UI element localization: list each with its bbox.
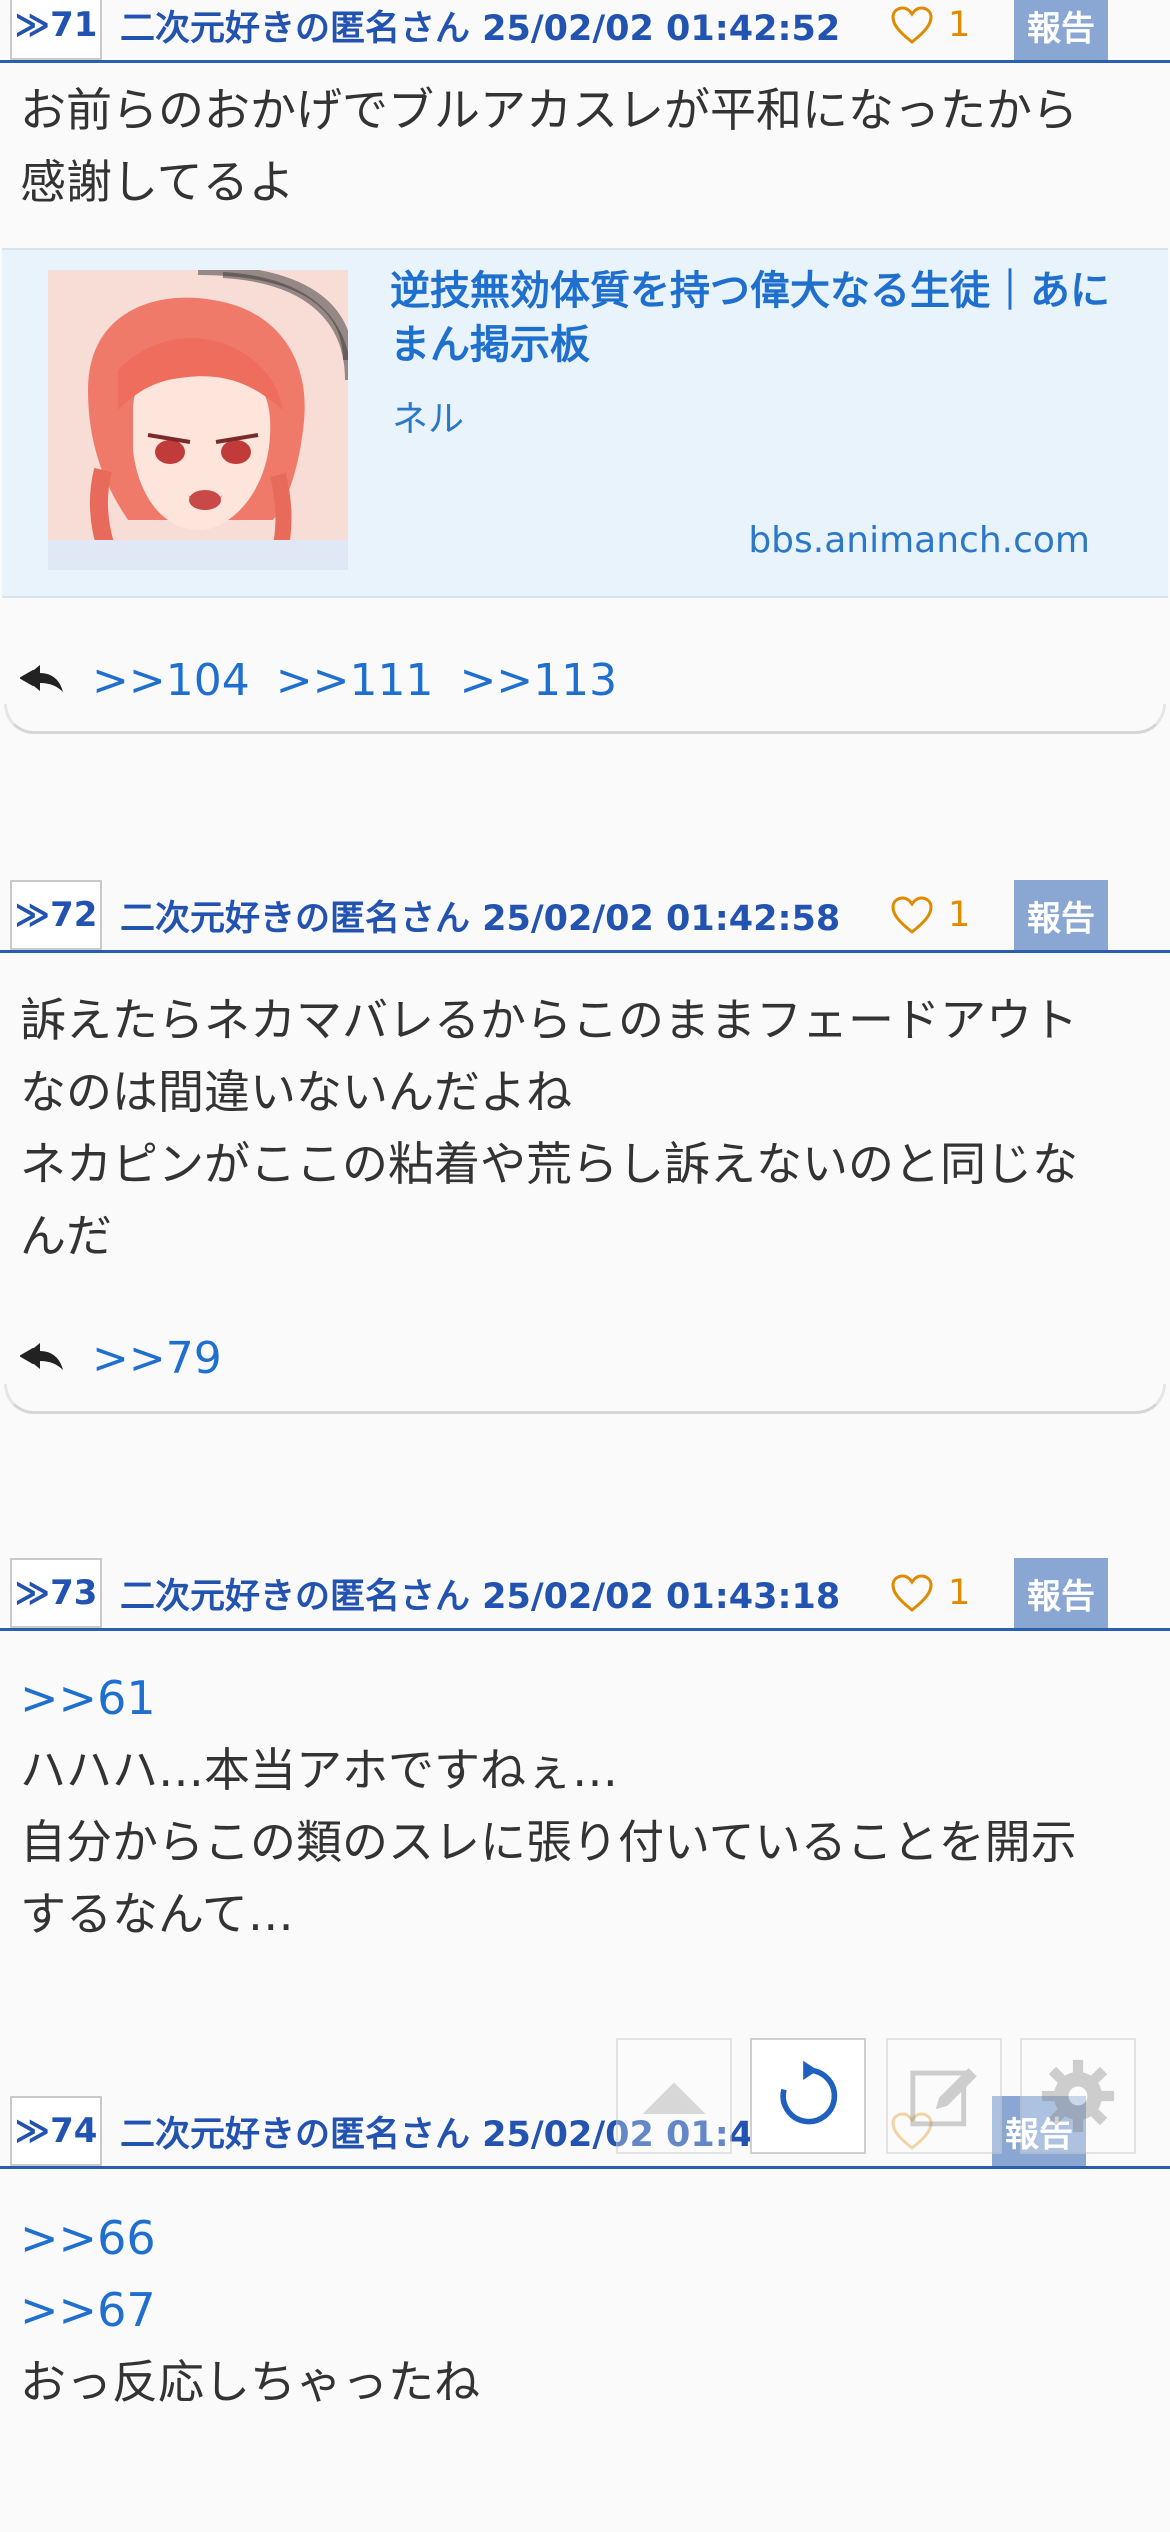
settings-icon: [1041, 2059, 1115, 2133]
anchor-link[interactable]: >>61: [20, 1662, 1150, 1734]
body-line: ハハハ…本当アホですねぇ…: [20, 1743, 618, 1797]
heart-icon: [891, 6, 933, 44]
post-header-71: ≫71 二次元好きの匿名さん 25/02/02 01:42:52 1 報告: [0, 0, 1170, 63]
body-line: 訴えたらネカマバレるからこのままフェードアウト: [20, 993, 1078, 1047]
body-line: するなんて…: [20, 1887, 294, 1941]
reply-link[interactable]: >>113: [459, 655, 617, 706]
link-card-domain: bbs.animanch.com: [748, 520, 1090, 561]
report-button-72[interactable]: 報告: [1014, 880, 1108, 950]
post-number-72[interactable]: ≫72: [10, 880, 102, 950]
edit-icon: [910, 2068, 977, 2127]
post-body-72: 訴えたらネカマバレるからこのままフェードアウト なのは間違いないんだよね ネカピ…: [0, 984, 1170, 1272]
post-meta-72: 二次元好きの匿名さん 25/02/02 01:42:58: [120, 898, 841, 939]
link-preview-card[interactable]: 逆技無効体質を持つ偉大なる生徒｜あに まん掲示板 ネル bbs.animanch…: [2, 248, 1168, 598]
link-card-title-line2: まん掲示板: [390, 322, 590, 368]
like-button-73[interactable]: 1: [890, 1558, 970, 1628]
post-divider: [4, 704, 1166, 734]
like-button-71[interactable]: 1: [890, 0, 970, 60]
refresh-icon: [780, 2060, 838, 2125]
anchor-link[interactable]: >>66: [20, 2202, 1150, 2274]
like-count-73: 1: [948, 1573, 971, 1613]
reply-link[interactable]: >>111: [276, 655, 434, 706]
replies-row-71: >>104 >>111 >>113: [19, 650, 617, 710]
post-body-71: お前らのおかげでブルアカスレが平和になったから 感謝してるよ: [0, 74, 1170, 218]
post-body-74: >>66 >>67 おっ反応しちゃったね: [0, 2202, 1170, 2418]
body-line: んだ: [20, 1209, 112, 1263]
reply-arrow-icon: [19, 1333, 66, 1384]
scroll-top-button[interactable]: [616, 2038, 732, 2154]
reply-arrow-icon: [19, 655, 66, 706]
report-button-73[interactable]: 報告: [1014, 1558, 1108, 1628]
refresh-button[interactable]: [750, 2038, 866, 2154]
link-card-description: ネル: [392, 399, 465, 440]
link-card-title[interactable]: 逆技無効体質を持つ偉大なる生徒｜あに まん掲示板: [390, 264, 1160, 372]
body-line: 感謝してるよ: [20, 155, 295, 209]
post-number-74[interactable]: ≫74: [10, 2096, 102, 2166]
link-thumbnail-image: [48, 270, 348, 570]
anchor-link[interactable]: >>67: [20, 2274, 1150, 2346]
post-header-73: ≫73 二次元好きの匿名さん 25/02/02 01:43:18 1 報告: [0, 1558, 1170, 1631]
like-count-71: 1: [948, 5, 971, 45]
write-post-button[interactable]: [886, 2038, 1002, 2154]
post-body-73: >>61 ハハハ…本当アホですねぇ… 自分からこの類のスレに張り付いていることを…: [0, 1662, 1170, 1950]
reply-link[interactable]: >>104: [92, 655, 250, 706]
body-line: ネカピンがここの粘着や荒らし訴えないのと同じな: [20, 1137, 1078, 1191]
heart-icon: [891, 1574, 933, 1612]
reply-link[interactable]: >>79: [92, 1333, 222, 1384]
post-divider: [4, 1384, 1166, 1414]
heart-icon: [891, 896, 933, 934]
report-button-71[interactable]: 報告: [1014, 0, 1108, 60]
like-button-72[interactable]: 1: [890, 880, 970, 950]
like-count-72: 1: [948, 895, 971, 935]
settings-button[interactable]: [1020, 2038, 1136, 2154]
post-number-73[interactable]: ≫73: [10, 1558, 102, 1628]
body-line: 自分からこの類のスレに張り付いていることを開示: [20, 1815, 1077, 1869]
body-line: なのは間違いないんだよね: [20, 1065, 572, 1119]
scroll-top-icon: [642, 2082, 706, 2114]
post-meta-71: 二次元好きの匿名さん 25/02/02 01:42:52: [120, 8, 841, 49]
post-header-72: ≫72 二次元好きの匿名さん 25/02/02 01:42:58 1 報告: [0, 880, 1170, 953]
body-line: お前らのおかげでブルアカスレが平和になったから: [20, 83, 1078, 137]
post-number-71[interactable]: ≫71: [10, 0, 102, 60]
body-line: おっ反応しちゃったね: [20, 2355, 480, 2409]
link-card-title-line1: 逆技無効体質を持つ偉大なる生徒｜あに: [390, 268, 1110, 314]
post-meta-73: 二次元好きの匿名さん 25/02/02 01:43:18: [120, 1576, 841, 1617]
replies-row-72: >>79: [19, 1328, 222, 1388]
